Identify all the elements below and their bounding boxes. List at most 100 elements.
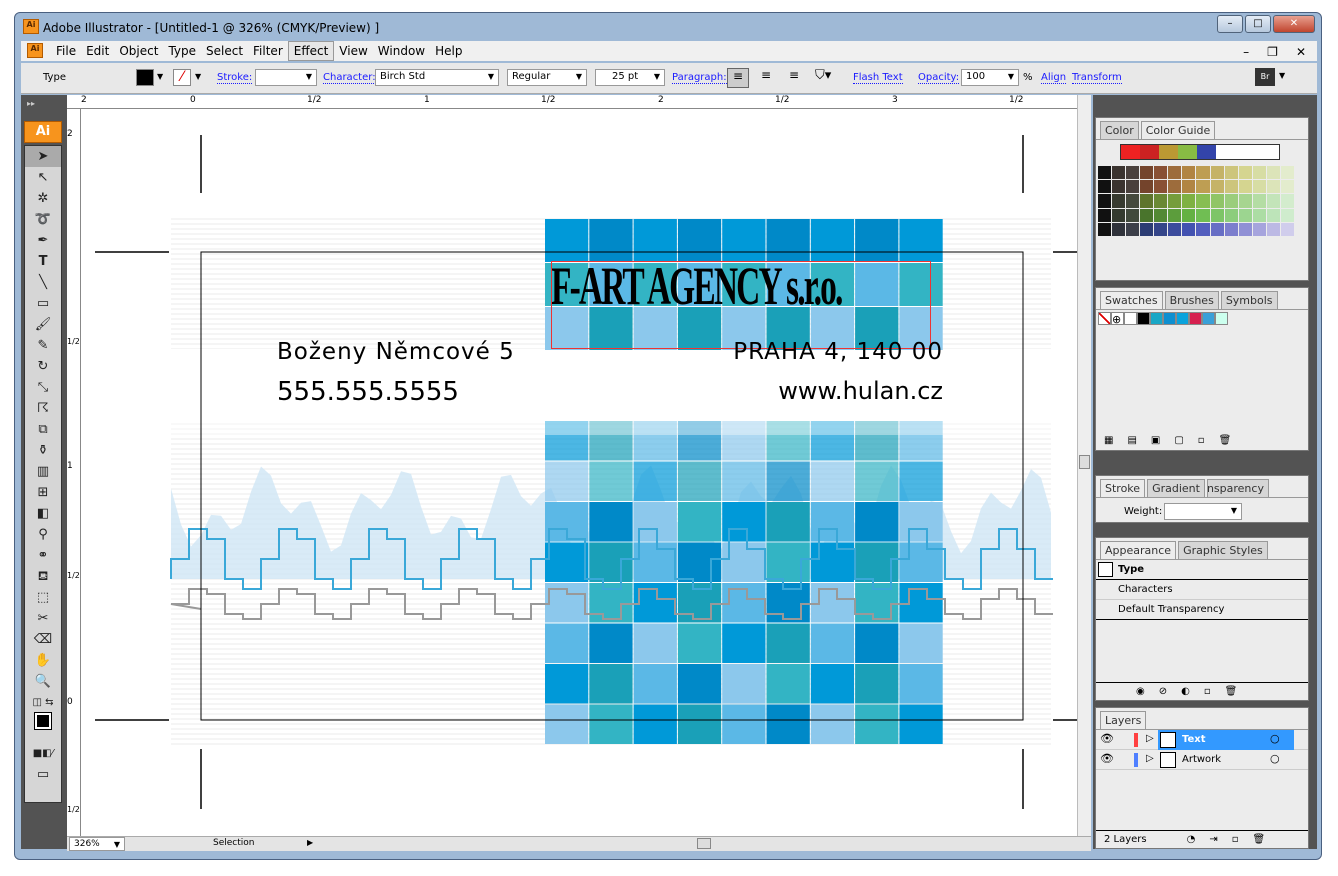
layers-footer-icons[interactable]: ◔⇥▫🗑	[1187, 834, 1280, 845]
fill-dropdown-icon[interactable]: ▼	[157, 72, 163, 81]
swatch-light[interactable]	[1215, 312, 1228, 325]
live-paint-tool-icon[interactable]: ⛾	[25, 566, 61, 587]
close-button[interactable]: ✕	[1273, 15, 1315, 33]
font-size-dropdown[interactable]: 25 pt	[595, 69, 665, 86]
minimize-button[interactable]: –	[1217, 15, 1243, 33]
guide-swatch[interactable]	[1266, 180, 1280, 194]
swatches-footer-icons[interactable]: ▦▤▣▢▫🗑	[1096, 432, 1308, 450]
font-style-dropdown[interactable]: Regular	[507, 69, 587, 86]
address-line-2[interactable]: PRAHA 4, 140 00	[721, 339, 943, 365]
guide-swatch[interactable]	[1182, 180, 1196, 194]
guide-swatch[interactable]	[1280, 180, 1294, 194]
swatch-pattern[interactable]	[1202, 312, 1215, 325]
guide-swatch[interactable]	[1154, 208, 1168, 222]
free-transform-tool-icon[interactable]: ⧉	[25, 419, 61, 440]
screen-mode-icon[interactable]: ▭	[25, 764, 61, 785]
color-guide-grid[interactable]	[1098, 166, 1294, 236]
opacity-link[interactable]: Opacity:	[918, 72, 960, 84]
stroke-link[interactable]: Stroke:	[217, 72, 253, 84]
appearance-type-row[interactable]: Type	[1096, 560, 1308, 580]
guide-swatch[interactable]	[1238, 194, 1252, 208]
guide-swatch[interactable]	[1266, 222, 1280, 236]
fill-swatch[interactable]	[136, 69, 154, 86]
swatch-registration[interactable]: ⊕	[1111, 312, 1124, 326]
menu-edit[interactable]: Edit	[81, 42, 114, 60]
rotate-tool-icon[interactable]: ↻	[25, 356, 61, 377]
guide-swatch[interactable]	[1126, 166, 1140, 180]
bridge-icon[interactable]: Br	[1255, 68, 1275, 86]
guide-swatch[interactable]	[1266, 208, 1280, 222]
envelope-warp-icon[interactable]: ⛉▾	[815, 68, 831, 83]
guide-swatch[interactable]	[1140, 180, 1154, 194]
pen-tool-icon[interactable]: ✒	[25, 230, 61, 251]
layer-row[interactable]: 👁 ▷ Artwork ○	[1096, 750, 1308, 770]
harmony-color-bar[interactable]	[1120, 144, 1280, 160]
mesh-tool-icon[interactable]: ⊞	[25, 482, 61, 503]
guide-swatch[interactable]	[1196, 208, 1210, 222]
tab-color-guide[interactable]: Color Guide	[1140, 121, 1216, 139]
live-paint-selection-icon[interactable]: ⬚	[25, 587, 61, 608]
layer-name[interactable]: Artwork	[1182, 754, 1221, 765]
guide-swatch[interactable]	[1224, 180, 1238, 194]
scroll-thumb[interactable]	[1079, 455, 1090, 469]
guide-swatch[interactable]	[1168, 194, 1182, 208]
layer-row[interactable]: 👁 ▷ Text ○	[1096, 730, 1308, 750]
maximize-button[interactable]: □	[1245, 15, 1271, 33]
guide-swatch[interactable]	[1238, 180, 1252, 194]
tab-layers[interactable]: Layers	[1100, 711, 1147, 729]
fill-stroke-icon[interactable]	[25, 712, 61, 743]
transform-link[interactable]: Transform	[1072, 72, 1122, 84]
guide-swatch[interactable]	[1112, 208, 1126, 222]
guide-swatch[interactable]	[1252, 180, 1266, 194]
menu-select[interactable]: Select	[201, 42, 248, 60]
guide-swatch[interactable]	[1140, 222, 1154, 236]
visibility-eye-icon[interactable]: 👁	[1100, 732, 1114, 745]
selection-tool-icon[interactable]: ➤	[25, 146, 61, 167]
guide-swatch[interactable]	[1224, 222, 1238, 236]
lasso-tool-icon[interactable]: ➰	[25, 209, 61, 230]
menu-filter[interactable]: Filter	[248, 42, 288, 60]
menu-object[interactable]: Object	[114, 42, 163, 60]
bridge-dropdown-icon[interactable]: ▼	[1279, 71, 1285, 80]
guide-swatch[interactable]	[1182, 194, 1196, 208]
swatch-list[interactable]: ⊕	[1098, 312, 1308, 326]
guide-swatch[interactable]	[1266, 166, 1280, 180]
guide-swatch[interactable]	[1140, 208, 1154, 222]
blend-tool-icon[interactable]: ⚭	[25, 545, 61, 566]
menu-help[interactable]: Help	[430, 42, 467, 60]
doc-restore-button[interactable]: ❐	[1262, 43, 1283, 61]
line-tool-icon[interactable]: ╲	[25, 272, 61, 293]
character-link[interactable]: Character:	[323, 72, 376, 84]
guide-swatch[interactable]	[1168, 222, 1182, 236]
guide-swatch[interactable]	[1182, 208, 1196, 222]
paintbrush-tool-icon[interactable]: 🖌	[25, 314, 61, 335]
guide-swatch[interactable]	[1210, 222, 1224, 236]
status-tool-text[interactable]: Selection	[213, 838, 254, 848]
warp-tool-icon[interactable]: ☈	[25, 398, 61, 419]
guide-swatch[interactable]	[1154, 222, 1168, 236]
guide-swatch[interactable]	[1210, 180, 1224, 194]
guide-swatch[interactable]	[1098, 194, 1112, 208]
vertical-ruler[interactable]: 2 1/2 1 1/2 0 1/2	[67, 109, 81, 836]
align-center-button[interactable]: ≡	[755, 68, 777, 82]
tab-gradient[interactable]: Gradient	[1147, 479, 1205, 497]
swatch-blue[interactable]	[1163, 312, 1176, 325]
guide-swatch[interactable]	[1098, 222, 1112, 236]
tab-transparency[interactable]: Transparency	[1206, 479, 1269, 497]
doc-close-button[interactable]: ✕	[1291, 43, 1311, 61]
guide-swatch[interactable]	[1098, 166, 1112, 180]
guide-swatch[interactable]	[1154, 194, 1168, 208]
guide-swatch[interactable]	[1126, 208, 1140, 222]
guide-swatch[interactable]	[1126, 180, 1140, 194]
zoom-tool-icon[interactable]: 🔍	[25, 671, 61, 692]
guide-swatch[interactable]	[1126, 194, 1140, 208]
guide-swatch[interactable]	[1280, 222, 1294, 236]
appearance-transparency-row[interactable]: Default Transparency	[1096, 600, 1308, 620]
text-selection-bounding-box[interactable]	[551, 261, 931, 349]
guide-swatch[interactable]	[1126, 222, 1140, 236]
guide-swatch[interactable]	[1238, 166, 1252, 180]
stroke-dropdown-icon[interactable]: ▼	[195, 72, 201, 81]
guide-swatch[interactable]	[1112, 194, 1126, 208]
swap-colors-icon[interactable]: ◫ ⇆	[25, 692, 61, 713]
horizontal-scroll-thumb[interactable]	[697, 838, 711, 849]
